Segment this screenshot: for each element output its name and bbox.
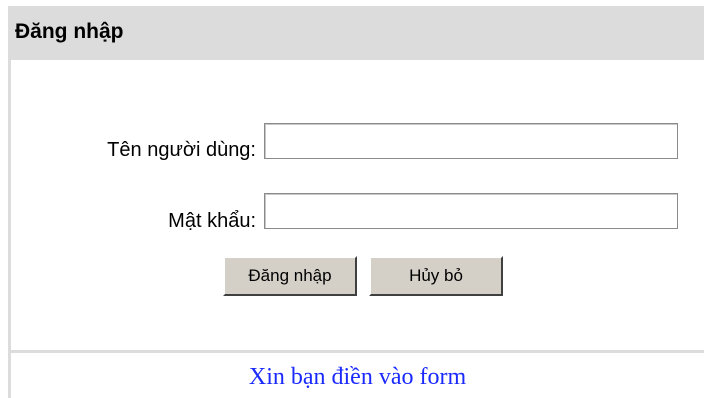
panel-header: Đăng nhập (11, 6, 704, 60)
cancel-button[interactable]: Hủy bỏ (369, 256, 503, 296)
username-label: Tên người dùng: (107, 139, 256, 161)
password-label: Mật khẩu: (168, 210, 256, 232)
divider (11, 350, 704, 353)
login-button[interactable]: Đăng nhập (223, 256, 357, 296)
password-input[interactable] (264, 193, 678, 229)
username-input[interactable] (264, 123, 678, 159)
login-panel: Đăng nhập Tên người dùng: Mật khẩu: Đăng… (8, 6, 704, 398)
status-message: Xin bạn điền vào form (248, 364, 467, 390)
panel-title: Đăng nhập (15, 20, 124, 43)
